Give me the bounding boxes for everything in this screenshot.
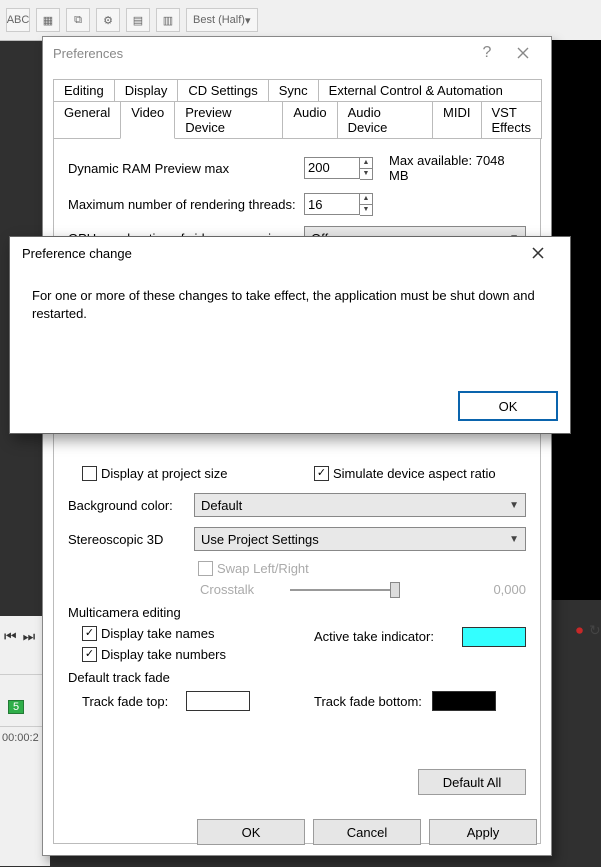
threads-field[interactable]: [304, 193, 360, 215]
dialog-close-button[interactable]: [518, 239, 558, 267]
tab-preview-device[interactable]: Preview Device: [174, 101, 283, 139]
skip-end-icon[interactable]: ⏭: [23, 628, 36, 645]
threads-input[interactable]: ▲▼: [304, 193, 373, 216]
preferences-window: Preferences ? Editing Display CD Setting…: [42, 36, 552, 856]
tab-editing[interactable]: Editing: [53, 79, 115, 102]
close-icon: [517, 47, 529, 59]
dialog-title: Preference change: [22, 246, 518, 261]
stereo-combo[interactable]: Use Project Settings ▼: [194, 527, 526, 551]
swap-lr-label: Swap Left/Right: [217, 561, 309, 576]
right-transport: ⏺ ↻ ⏻ ⏭: [576, 622, 601, 639]
preferences-titlebar: Preferences ?: [43, 37, 551, 69]
timeline-marker[interactable]: 5: [8, 700, 24, 714]
toolbar-button[interactable]: ▦: [36, 8, 60, 32]
apply-button[interactable]: Apply: [429, 819, 537, 845]
toolbar-button[interactable]: ▥: [156, 8, 180, 32]
active-take-label: Active take indicator:: [314, 629, 452, 644]
max-available-label: Max available: 7048 MB: [389, 153, 526, 183]
ram-preview-field[interactable]: [304, 157, 360, 179]
chevron-down-icon: ▼: [509, 500, 519, 511]
default-fade-legend: Default track fade: [68, 670, 526, 685]
tab-external-control[interactable]: External Control & Automation: [318, 79, 542, 102]
spin-down-icon[interactable]: ▼: [360, 205, 372, 215]
help-button[interactable]: ?: [469, 39, 505, 67]
crosstalk-label: Crosstalk: [200, 582, 254, 597]
skip-start-icon[interactable]: ⏮: [4, 628, 17, 645]
quality-dropdown[interactable]: Best (Half) ▾: [186, 8, 258, 32]
tab-sync[interactable]: Sync: [268, 79, 319, 102]
loop-icon[interactable]: ↻: [589, 622, 601, 639]
fade-top-color[interactable]: [186, 691, 250, 711]
take-names-checkbox[interactable]: ✓: [82, 626, 97, 641]
spin-up-icon[interactable]: ▲: [360, 158, 372, 169]
close-icon: [532, 247, 544, 259]
take-numbers-checkbox[interactable]: ✓: [82, 647, 97, 662]
display-project-size-label: Display at project size: [101, 466, 227, 481]
dialog-ok-button[interactable]: OK: [458, 391, 558, 421]
crosstalk-value: 0,000: [493, 582, 526, 597]
tab-video[interactable]: Video: [120, 101, 175, 139]
toolbar-button[interactable]: ⚙: [96, 8, 120, 32]
preferences-title: Preferences: [53, 46, 469, 61]
cancel-button[interactable]: Cancel: [313, 819, 421, 845]
preference-change-dialog: Preference change For one or more of the…: [9, 236, 571, 434]
simulate-aspect-checkbox[interactable]: ✓: [314, 466, 329, 481]
threads-spinner[interactable]: ▲▼: [360, 193, 373, 216]
take-numbers-label: Display take numbers: [101, 647, 226, 662]
record-icon[interactable]: ⏺: [576, 622, 583, 639]
slider-thumb: [390, 582, 400, 598]
ram-preview-input[interactable]: ▲▼: [304, 157, 373, 180]
fade-top-label: Track fade top:: [82, 694, 168, 709]
spin-up-icon[interactable]: ▲: [360, 194, 372, 205]
tab-audio-device[interactable]: Audio Device: [337, 101, 433, 139]
ram-spinner[interactable]: ▲▼: [360, 157, 373, 180]
toolbar-button[interactable]: ABC: [6, 8, 30, 32]
dialog-message: For one or more of these changes to take…: [32, 287, 548, 323]
tab-audio[interactable]: Audio: [282, 101, 337, 139]
app-toolbar: ABC ▦ ⧉ ⚙ ▤ ▥ Best (Half) ▾: [0, 0, 601, 41]
threads-label: Maximum number of rendering threads:: [68, 197, 304, 212]
tab-vst-effects[interactable]: VST Effects: [481, 101, 543, 139]
take-names-label: Display take names: [101, 626, 214, 641]
stereo-label: Stereoscopic 3D: [68, 532, 194, 547]
tab-cd-settings[interactable]: CD Settings: [177, 79, 268, 102]
swap-lr-checkbox: [198, 561, 213, 576]
bg-color-combo[interactable]: Default ▼: [194, 493, 526, 517]
stereo-value: Use Project Settings: [201, 532, 319, 547]
chevron-down-icon: ▼: [509, 534, 519, 545]
fade-bottom-color[interactable]: [432, 691, 496, 711]
multicam-legend: Multicamera editing: [68, 605, 526, 620]
crosstalk-slider: [290, 589, 400, 591]
ram-preview-label: Dynamic RAM Preview max: [68, 161, 304, 176]
spin-down-icon[interactable]: ▼: [360, 169, 372, 179]
ok-button[interactable]: OK: [197, 819, 305, 845]
bg-color-label: Background color:: [68, 498, 194, 513]
simulate-aspect-label: Simulate device aspect ratio: [333, 466, 496, 481]
active-take-color[interactable]: [462, 627, 526, 647]
fade-bottom-label: Track fade bottom:: [314, 694, 422, 709]
tab-display[interactable]: Display: [114, 79, 179, 102]
toolbar-button[interactable]: ⧉: [66, 8, 90, 32]
bg-color-value: Default: [201, 498, 242, 513]
preferences-tabs: Editing Display CD Settings Sync Externa…: [53, 79, 541, 138]
close-button[interactable]: [505, 39, 541, 67]
tab-midi[interactable]: MIDI: [432, 101, 481, 139]
tab-general[interactable]: General: [53, 101, 121, 139]
display-project-size-checkbox[interactable]: [82, 466, 97, 481]
default-all-button[interactable]: Default All: [418, 769, 526, 795]
toolbar-button[interactable]: ▤: [126, 8, 150, 32]
